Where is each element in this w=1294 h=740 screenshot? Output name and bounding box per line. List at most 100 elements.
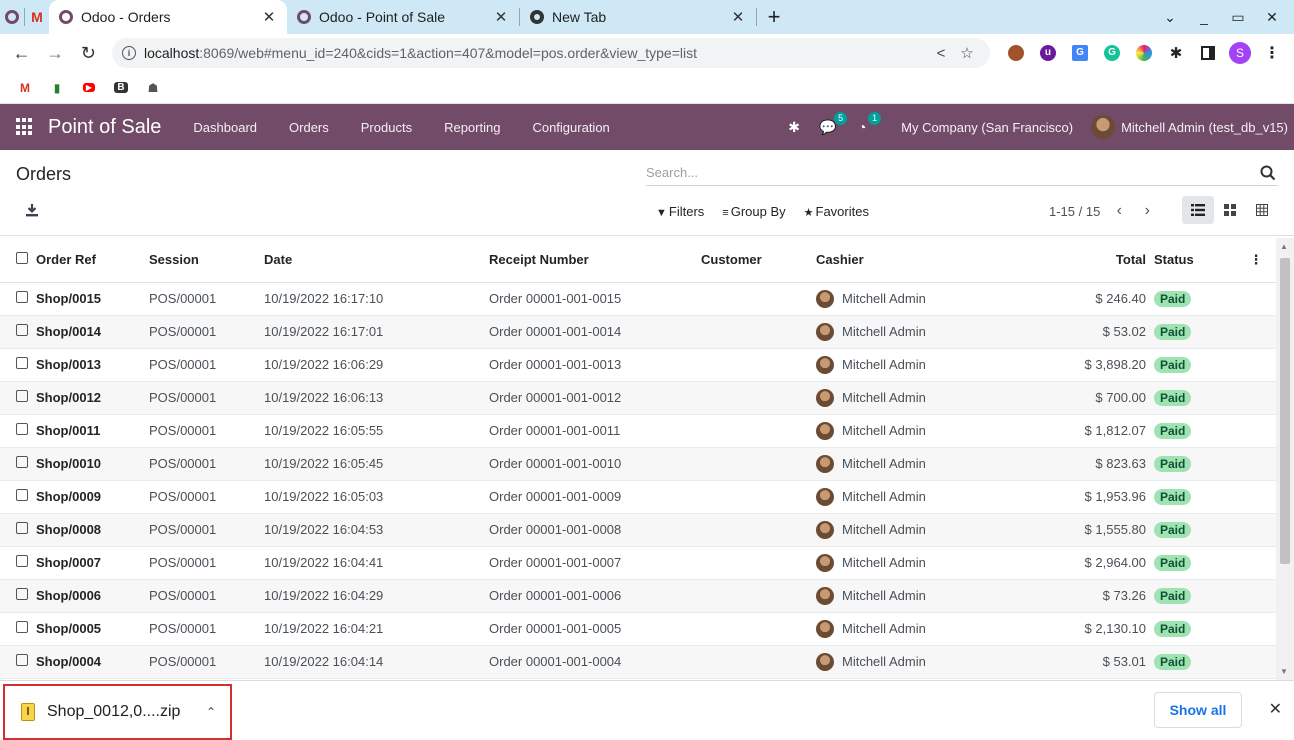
- receipt-number-cell[interactable]: Order 00001-001-0014: [489, 315, 701, 349]
- app-name[interactable]: Point of Sale: [48, 116, 161, 139]
- column-customer[interactable]: Customer: [701, 238, 816, 283]
- customer-cell[interactable]: [701, 579, 816, 613]
- session-cell[interactable]: POS/00001: [149, 282, 264, 316]
- status-cell[interactable]: Paid: [1154, 645, 1236, 679]
- total-cell[interactable]: $ 246.40: [1001, 282, 1154, 316]
- back-button[interactable]: ←: [8, 43, 35, 64]
- list-scrollbar[interactable]: ▲ ▼: [1276, 238, 1294, 680]
- close-tab-icon[interactable]: ✕: [730, 8, 746, 26]
- address-bar[interactable]: i localhost:8069/web#menu_id=240&cids=1&…: [111, 38, 990, 68]
- cashier-cell[interactable]: Mitchell Admin: [816, 282, 1001, 316]
- receipt-number-cell[interactable]: Order 00001-001-0005: [489, 612, 701, 646]
- customer-cell[interactable]: [701, 381, 816, 415]
- customer-cell[interactable]: [701, 414, 816, 448]
- total-cell[interactable]: $ 3,898.20: [1001, 348, 1154, 382]
- status-cell[interactable]: Paid: [1154, 579, 1236, 613]
- order-ref-cell[interactable]: Shop/0008: [36, 513, 149, 547]
- session-cell[interactable]: POS/00001: [149, 447, 264, 481]
- cashier-cell[interactable]: Mitchell Admin: [816, 447, 1001, 481]
- order-ref-cell[interactable]: Shop/0010: [36, 447, 149, 481]
- extensions-puzzle-icon[interactable]: ✱: [1162, 39, 1190, 67]
- pager-next-icon[interactable]: ›: [1138, 202, 1156, 220]
- minimize-icon[interactable]: _: [1190, 9, 1218, 25]
- date-cell[interactable]: 10/19/2022 16:05:03: [264, 480, 489, 514]
- order-ref-cell[interactable]: Shop/0011: [36, 414, 149, 448]
- session-cell[interactable]: POS/00001: [149, 315, 264, 349]
- row-checkbox[interactable]: [16, 456, 28, 468]
- company-switcher[interactable]: My Company (San Francisco): [901, 120, 1073, 135]
- apps-menu-icon[interactable]: [16, 118, 34, 136]
- pinned-tab-gmail[interactable]: M: [25, 0, 49, 34]
- total-cell[interactable]: $ 2,130.10: [1001, 612, 1154, 646]
- bookmark-thumbs-icon[interactable]: ▮: [46, 79, 68, 97]
- cashier-cell[interactable]: Mitchell Admin: [816, 513, 1001, 547]
- date-cell[interactable]: 10/19/2022 16:17:01: [264, 315, 489, 349]
- bookmark-star-icon[interactable]: ☆: [954, 44, 980, 62]
- cashier-cell[interactable]: Mitchell Admin: [816, 381, 1001, 415]
- order-ref-cell[interactable]: Shop/0012: [36, 381, 149, 415]
- chevron-up-icon[interactable]: ⌃: [206, 705, 216, 719]
- menu-orders[interactable]: Orders: [273, 120, 345, 135]
- total-cell[interactable]: $ 53.01: [1001, 645, 1154, 679]
- table-row[interactable]: Shop/0005 POS/00001 10/19/2022 16:04:21 Ord…: [0, 612, 1276, 646]
- restore-icon[interactable]: ▭: [1224, 9, 1252, 26]
- date-cell[interactable]: 10/19/2022 16:04:21: [264, 612, 489, 646]
- scroll-down-icon[interactable]: ▼: [1280, 667, 1288, 676]
- session-cell[interactable]: POS/00001: [149, 645, 264, 679]
- date-cell[interactable]: 10/19/2022 16:05:55: [264, 414, 489, 448]
- receipt-number-cell[interactable]: Order 00001-001-0009: [489, 480, 701, 514]
- tab-odoo-orders[interactable]: Odoo - Orders ✕: [49, 0, 287, 34]
- extension-grammarly-icon[interactable]: G: [1098, 39, 1126, 67]
- status-cell[interactable]: Paid: [1154, 612, 1236, 646]
- close-window-icon[interactable]: ✕: [1258, 9, 1286, 26]
- pager-previous-icon[interactable]: ‹: [1110, 202, 1128, 220]
- order-ref-cell[interactable]: Shop/0006: [36, 579, 149, 613]
- column-status[interactable]: Status: [1154, 238, 1236, 283]
- table-row[interactable]: Shop/0011 POS/00001 10/19/2022 16:05:55 Ord…: [0, 414, 1276, 448]
- select-all-checkbox[interactable]: [16, 252, 28, 265]
- side-panel-icon[interactable]: [1194, 39, 1222, 67]
- groupby-dropdown[interactable]: ≡ Group By: [722, 204, 785, 219]
- menu-configuration[interactable]: Configuration: [516, 120, 625, 135]
- customer-cell[interactable]: [701, 645, 816, 679]
- status-cell[interactable]: Paid: [1154, 282, 1236, 316]
- receipt-number-cell[interactable]: Order 00001-001-0013: [489, 348, 701, 382]
- order-ref-cell[interactable]: Shop/0015: [36, 282, 149, 316]
- date-cell[interactable]: 10/19/2022 16:04:14: [264, 645, 489, 679]
- table-row[interactable]: Shop/0008 POS/00001 10/19/2022 16:04:53 Ord…: [0, 513, 1276, 547]
- chrome-menu-icon[interactable]: ⋮: [1258, 39, 1286, 67]
- total-cell[interactable]: $ 2,964.00: [1001, 546, 1154, 580]
- receipt-number-cell[interactable]: Order 00001-001-0004: [489, 645, 701, 679]
- column-order-ref[interactable]: Order Ref: [36, 238, 149, 283]
- row-checkbox[interactable]: [16, 621, 28, 633]
- date-cell[interactable]: 10/19/2022 16:04:29: [264, 579, 489, 613]
- search-input[interactable]: [646, 165, 1258, 180]
- cashier-cell[interactable]: Mitchell Admin: [816, 546, 1001, 580]
- favorites-dropdown[interactable]: ★ Favorites: [804, 204, 869, 219]
- column-receipt-number[interactable]: Receipt Number: [489, 238, 701, 283]
- share-icon[interactable]: <: [928, 45, 954, 62]
- table-row[interactable]: Shop/0015 POS/00001 10/19/2022 16:17:10 Ord…: [0, 282, 1276, 316]
- customer-cell[interactable]: [701, 480, 816, 514]
- export-download-icon[interactable]: [24, 202, 40, 218]
- close-icon[interactable]: ✕: [1269, 699, 1282, 719]
- new-tab-button[interactable]: +: [757, 4, 791, 30]
- status-cell[interactable]: Paid: [1154, 381, 1236, 415]
- url-text[interactable]: localhost:8069/web#menu_id=240&cids=1&ac…: [144, 45, 928, 61]
- close-tab-icon[interactable]: ✕: [261, 8, 277, 26]
- forward-button[interactable]: →: [41, 43, 68, 64]
- receipt-number-cell[interactable]: Order 00001-001-0006: [489, 579, 701, 613]
- extension-color-icon[interactable]: [1130, 39, 1158, 67]
- bookmark-gmail-icon[interactable]: M: [14, 79, 36, 97]
- bookmark-b-icon[interactable]: B: [110, 79, 132, 97]
- total-cell[interactable]: $ 73.26: [1001, 579, 1154, 613]
- column-cashier[interactable]: Cashier: [816, 238, 1001, 283]
- table-row[interactable]: Shop/0013 POS/00001 10/19/2022 16:06:29 Ord…: [0, 348, 1276, 382]
- order-ref-cell[interactable]: Shop/0007: [36, 546, 149, 580]
- session-cell[interactable]: POS/00001: [149, 414, 264, 448]
- table-row[interactable]: Shop/0010 POS/00001 10/19/2022 16:05:45 Ord…: [0, 447, 1276, 481]
- date-cell[interactable]: 10/19/2022 16:04:41: [264, 546, 489, 580]
- reload-button[interactable]: ↻: [75, 43, 102, 64]
- scrollbar-thumb[interactable]: [1280, 258, 1290, 564]
- receipt-number-cell[interactable]: Order 00001-001-0012: [489, 381, 701, 415]
